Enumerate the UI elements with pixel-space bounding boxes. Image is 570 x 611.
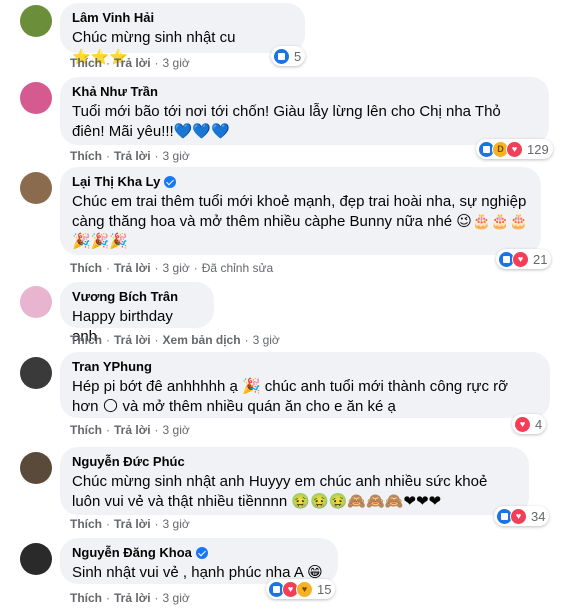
edited-label[interactable]: Đã chỉnh sửa — [202, 261, 273, 275]
reply-button[interactable]: Trả lời — [114, 149, 151, 163]
timestamp[interactable]: 3 giờ — [163, 261, 190, 275]
comment-actions: Thích · Trả lời · 3 giờ — [70, 56, 190, 70]
avatar[interactable] — [20, 452, 52, 484]
commenter-name[interactable]: Nguyễn Đức Phúc — [72, 454, 517, 470]
comment-bubble: Nguyễn Đức Phúc Chúc mừng sinh nhật anh … — [60, 447, 529, 515]
like-button[interactable]: Thích — [70, 517, 102, 531]
like-button[interactable]: Thích — [70, 591, 102, 605]
reaction-count: 34 — [531, 508, 546, 524]
like-button[interactable]: Thích — [70, 56, 102, 70]
timestamp[interactable]: 3 giờ — [163, 591, 190, 605]
like-icon — [273, 47, 290, 65]
comment-actions: Thích · Trả lời · 3 giờ — [70, 517, 190, 531]
love-icon: ♥ — [506, 140, 523, 158]
timestamp[interactable]: 3 giờ — [163, 423, 190, 437]
comment-text: Tuổi mới bão tới nơi tới chốn! Giàu lẫy … — [72, 103, 501, 140]
reaction-summary[interactable]: ♥ 4 — [512, 414, 547, 434]
love-icon: ♥ — [514, 415, 531, 433]
reply-button[interactable]: Trả lời — [114, 423, 151, 437]
avatar[interactable] — [20, 5, 52, 37]
avatar[interactable] — [20, 543, 52, 575]
avatar[interactable] — [20, 357, 52, 389]
reaction-summary[interactable]: D ♥ 129 — [476, 139, 553, 159]
commenter-name[interactable]: Nguyễn Đăng Khoa — [72, 545, 326, 561]
comment-bubble: Tran YPhung Hép pi bớt đê anhhhhh ạ 🎉 ch… — [60, 352, 550, 418]
comment-actions: Thích · Trả lời · Xem bản dịch · 3 giờ — [70, 333, 280, 347]
avatar[interactable] — [20, 82, 52, 114]
commenter-name[interactable]: Vương Bích Trân — [72, 289, 202, 305]
love-icon: ♥ — [512, 250, 529, 268]
care-icon: ♥ — [296, 580, 313, 598]
translate-button[interactable]: Xem bản dịch — [163, 333, 241, 347]
reaction-summary[interactable]: ♥ 21 — [496, 249, 552, 269]
comment-actions: Thích · Trả lời · 3 giờ — [70, 423, 190, 437]
reaction-summary[interactable]: 5 — [271, 46, 306, 66]
comment-actions: Thích · Trả lời · 3 giờ — [70, 591, 190, 605]
reply-button[interactable]: Trả lời — [114, 333, 151, 347]
timestamp[interactable]: 3 giờ — [163, 149, 190, 163]
comment-bubble: Vương Bích Trân Happy birthday anh — [60, 282, 214, 345]
commenter-name[interactable]: Lại Thị Kha Ly — [72, 174, 529, 190]
reaction-count: 129 — [527, 141, 549, 157]
reaction-count: 21 — [533, 251, 548, 267]
reply-button[interactable]: Trả lời — [114, 591, 151, 605]
reaction-count: 5 — [294, 48, 302, 64]
like-button[interactable]: Thích — [70, 333, 102, 347]
comment-text: Chúc mừng sinh nhật anh Huyyy em chúc an… — [72, 473, 488, 510]
timestamp[interactable]: 3 giờ — [163, 56, 190, 70]
love-icon: ♥ — [510, 507, 527, 525]
comment-bubble: Khả Như Trần Tuổi mới bão tới nơi tới ch… — [60, 77, 549, 145]
like-button[interactable]: Thích — [70, 423, 102, 437]
commenter-name[interactable]: Khả Như Trần — [72, 84, 537, 100]
timestamp[interactable]: 3 giờ — [253, 333, 280, 347]
reaction-count: 15 — [317, 581, 332, 597]
reply-button[interactable]: Trả lời — [114, 56, 151, 70]
like-button[interactable]: Thích — [70, 261, 102, 275]
comment-actions: Thích · Trả lời · 3 giờ · Đã chỉnh sửa — [70, 261, 274, 275]
comment-bubble: Lại Thị Kha Ly Chúc em trai thêm tuổi mớ… — [60, 167, 541, 255]
comment-actions: Thích · Trả lời · 3 giờ — [70, 149, 190, 163]
avatar[interactable] — [20, 286, 52, 318]
verified-badge-icon — [164, 176, 177, 188]
verified-badge-icon — [195, 547, 208, 559]
comment-bubble: Nguyễn Đăng Khoa Sinh nhật vui vẻ , hạnh… — [60, 538, 338, 584]
commenter-name[interactable]: Lâm Vinh Hải — [72, 10, 293, 26]
timestamp[interactable]: 3 giờ — [163, 517, 190, 531]
reaction-summary[interactable]: ♥ ♥ 15 — [266, 579, 336, 599]
reply-button[interactable]: Trả lời — [114, 517, 151, 531]
comment-text: Chúc em trai thêm tuổi mới khoẻ mạnh, đẹ… — [72, 193, 528, 250]
avatar[interactable] — [20, 172, 52, 204]
reaction-summary[interactable]: ♥ 34 — [494, 506, 550, 526]
reaction-count: 4 — [535, 416, 543, 432]
like-button[interactable]: Thích — [70, 149, 102, 163]
commenter-name[interactable]: Tran YPhung — [72, 359, 538, 375]
reply-button[interactable]: Trả lời — [114, 261, 151, 275]
comment-bubble: Lâm Vinh Hải Chúc mừng sinh nhật cu ⭐⭐⭐ — [60, 3, 305, 66]
comment-text: Hép pi bớt đê anhhhhh ạ 🎉 chúc anh tuổi … — [72, 378, 508, 415]
